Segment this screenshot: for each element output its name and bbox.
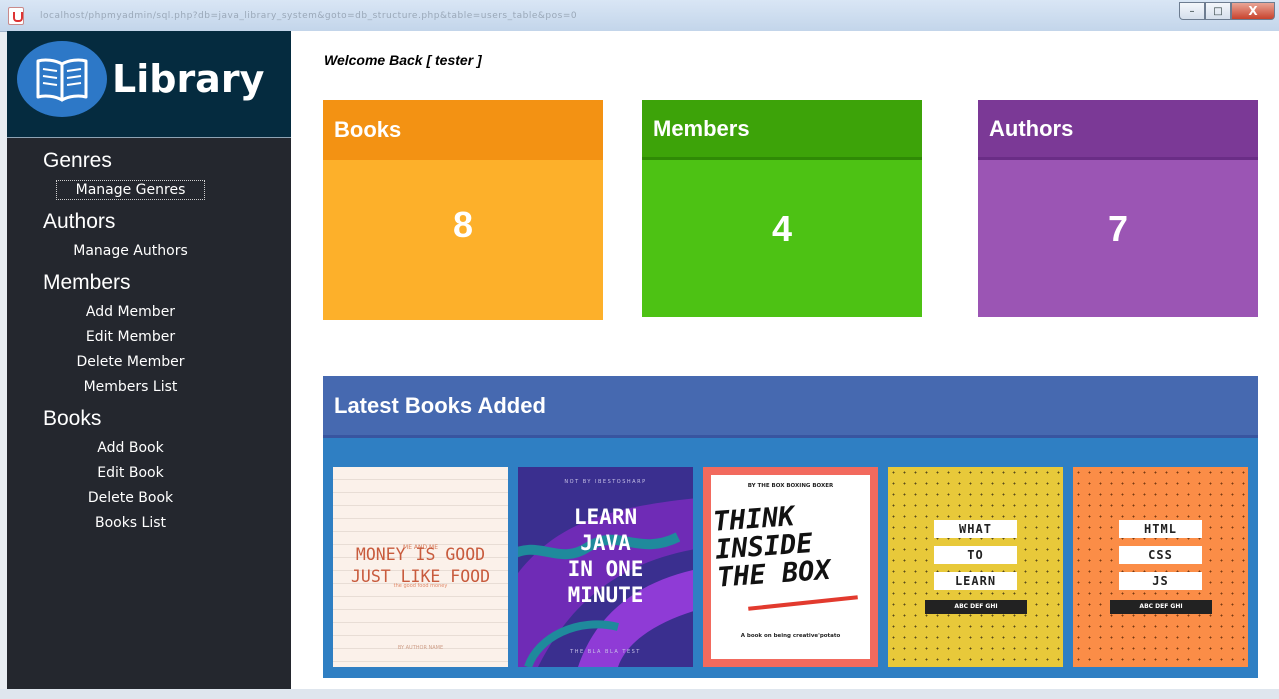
menu-item-books-list[interactable]: Books List bbox=[7, 515, 254, 531]
sidebar: Library Genres Manage Genres Authors Man… bbox=[7, 31, 291, 689]
welcome-message: Welcome Back [ tester ] bbox=[324, 52, 482, 68]
cover-2-bottom: THE BLA BLA TEST bbox=[570, 649, 641, 655]
cover-1-title-line-1: MONEY IS GOOD bbox=[355, 545, 486, 564]
book-cover[interactable]: WHAT TO LEARN ABC DEF GHI bbox=[888, 467, 1063, 667]
cover-2-line-4: MINUTE bbox=[567, 583, 644, 607]
members-count-card: Members 4 bbox=[642, 100, 922, 320]
brand-header: Library bbox=[7, 31, 291, 138]
cover-2-line-3: IN ONE bbox=[567, 557, 644, 581]
menu-item-add-book[interactable]: Add Book bbox=[7, 440, 254, 456]
cover-4-bottom: ABC DEF GHI bbox=[925, 600, 1027, 614]
maximize-button[interactable]: □ bbox=[1205, 2, 1231, 20]
book-cover[interactable]: ME AND ME MONEY IS GOOD JUST LIKE FOOD t… bbox=[333, 467, 508, 667]
books-card-value: 8 bbox=[323, 160, 603, 320]
cover-2-line-2: JAVA bbox=[580, 531, 631, 555]
menu-item-members-list[interactable]: Members List bbox=[7, 379, 254, 395]
cover-4-line-1: WHAT bbox=[934, 520, 1017, 538]
menu-item-edit-member[interactable]: Edit Member bbox=[7, 329, 254, 345]
menu-item-delete-member[interactable]: Delete Member bbox=[7, 354, 254, 370]
taskbar-strip bbox=[0, 689, 1279, 699]
latest-books-panel: Latest Books Added ME AND ME MONEY IS GO… bbox=[323, 376, 1258, 678]
window-controls: – □ X bbox=[1179, 2, 1275, 20]
menu-item-delete-book[interactable]: Delete Book bbox=[7, 490, 254, 506]
cover-5-line-3: JS bbox=[1119, 572, 1202, 590]
cover-2-top: NOT BY IBESTOSHARP bbox=[564, 479, 647, 485]
cover-4-line-2: TO bbox=[934, 546, 1017, 564]
cover-5-bottom: ABC DEF GHI bbox=[1110, 600, 1212, 614]
cover-5-line-2: CSS bbox=[1119, 546, 1202, 564]
cover-5-line-1: HTML bbox=[1119, 520, 1202, 538]
book-cover[interactable]: NOT BY IBESTOSHARP LEARN JAVA IN ONE MIN… bbox=[518, 467, 693, 667]
cover-3-top: BY THE BOX BOXING BOXER bbox=[747, 483, 834, 489]
menu-item-add-member[interactable]: Add Member bbox=[7, 304, 254, 320]
app-title: Library bbox=[112, 57, 265, 101]
members-card-value: 4 bbox=[642, 160, 922, 317]
menu-item-manage-authors[interactable]: Manage Authors bbox=[7, 243, 254, 259]
book-cover[interactable]: BY THE BOX BOXING BOXER THINK INSIDE THE… bbox=[703, 467, 878, 667]
book-cover[interactable]: HTML CSS JS ABC DEF GHI bbox=[1073, 467, 1248, 667]
books-count-card: Books 8 bbox=[323, 100, 603, 320]
menu-group-books: Books bbox=[43, 407, 102, 430]
authors-card-value: 7 bbox=[978, 160, 1258, 317]
java-app-icon bbox=[8, 7, 24, 25]
window-url-text: localhost/phpmyadmin/sql.php?db=java_lib… bbox=[40, 11, 578, 21]
menu-item-manage-genres[interactable]: Manage Genres bbox=[7, 180, 254, 200]
cover-1-author: BY AUTHOR NAME bbox=[397, 645, 444, 651]
members-card-title: Members bbox=[642, 100, 922, 160]
main-content: Welcome Back [ tester ] Books 8 Members … bbox=[291, 31, 1279, 689]
minimize-button[interactable]: – bbox=[1179, 2, 1205, 20]
authors-card-title: Authors bbox=[978, 100, 1258, 160]
menu-group-genres: Genres bbox=[43, 149, 112, 172]
close-button[interactable]: X bbox=[1231, 2, 1275, 20]
open-book-icon bbox=[17, 41, 107, 117]
menu-group-members: Members bbox=[43, 271, 131, 294]
authors-count-card: Authors 7 bbox=[978, 100, 1258, 320]
window-titlebar: localhost/phpmyadmin/sql.php?db=java_lib… bbox=[0, 0, 1279, 32]
cover-2-line-1: LEARN bbox=[573, 505, 638, 529]
cover-4-line-3: LEARN bbox=[934, 572, 1017, 590]
books-card-title: Books bbox=[323, 100, 603, 160]
menu-group-authors: Authors bbox=[43, 210, 116, 233]
menu-item-edit-book[interactable]: Edit Book bbox=[7, 465, 254, 481]
latest-books-title: Latest Books Added bbox=[323, 376, 1258, 438]
cover-1-subtitle: the good food money bbox=[393, 583, 448, 589]
cover-3-bottom: A book on being creative'potato bbox=[740, 633, 841, 639]
